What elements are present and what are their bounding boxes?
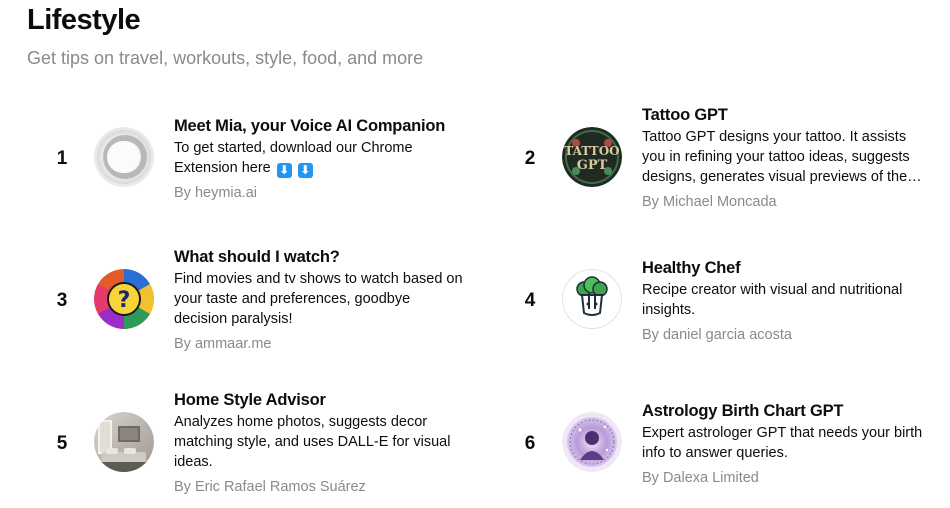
astrology-portrait-icon — [562, 412, 622, 472]
gpt-author: By ammaar.me — [174, 336, 272, 352]
gpt-name[interactable]: Home Style Advisor — [174, 390, 464, 410]
page-title: Lifestyle — [27, 4, 141, 36]
gpt-card-3[interactable]: 3 ? What should I watch? Find movies and… — [54, 242, 474, 352]
gpt-author: By Dalexa Limited — [642, 470, 759, 486]
description-text: To get started, download our Chrome Exte… — [174, 140, 413, 176]
svg-text:GPT: GPT — [577, 158, 608, 173]
card-info: Healthy Chef Recipe creator with visual … — [642, 258, 932, 345]
living-room-photo-icon — [94, 412, 154, 472]
card-info: Meet Mia, your Voice AI Companion To get… — [174, 116, 464, 203]
gpt-card-6[interactable]: 6 Astrology Birth Chart GPT Expert astro… — [522, 385, 942, 495]
gpt-description: To get started, download our Chrome Exte… — [174, 138, 464, 178]
chef-hat-broccoli-icon — [562, 269, 622, 329]
rank-number: 5 — [56, 433, 68, 454]
svg-text:TATTOO: TATTOO — [564, 144, 619, 158]
card-info: Astrology Birth Chart GPT Expert astrolo… — [642, 401, 932, 488]
card-info: Home Style Advisor Analyzes home photos,… — [174, 390, 464, 497]
gpt-card-4[interactable]: 4 Healthy Chef Recipe creator with visua… — [522, 242, 942, 352]
rank-number: 3 — [56, 290, 68, 311]
download-badge-icon: ⬇ — [276, 163, 292, 178]
tattoo-gpt-logo-icon: TATTOO GPT — [562, 127, 622, 187]
rank-number: 6 — [524, 433, 536, 454]
card-info: What should I watch? Find movies and tv … — [174, 247, 464, 354]
rank-number: 4 — [524, 290, 536, 311]
gpt-card-5[interactable]: 5 Home Style Advisor Analyzes home photo… — [54, 385, 474, 495]
gpt-author: By Eric Rafael Ramos Suárez — [174, 479, 366, 495]
download-badge-icon: ⬇ — [297, 163, 313, 178]
gpt-description: Expert astrologer GPT that needs your bi… — [642, 425, 923, 461]
question-mark-icon: ? — [94, 269, 154, 329]
gpt-description: Tattoo GPT designs your tattoo. It assis… — [642, 129, 922, 185]
gpt-name[interactable]: What should I watch? — [174, 247, 464, 267]
card-info: Tattoo GPT Tattoo GPT designs your tatto… — [642, 105, 932, 212]
rank-number: 2 — [524, 148, 536, 169]
gpt-name[interactable]: Astrology Birth Chart GPT — [642, 401, 932, 421]
gpt-author: By Michael Moncada — [642, 194, 777, 210]
gpt-description: Find movies and tv shows to watch based … — [174, 271, 463, 327]
gpt-name[interactable]: Tattoo GPT — [642, 105, 932, 125]
gpt-name[interactable]: Healthy Chef — [642, 258, 932, 278]
page-subtitle: Get tips on travel, workouts, style, foo… — [27, 48, 424, 68]
gpt-description: Recipe creator with visual and nutrition… — [642, 282, 903, 318]
gpt-card-2[interactable]: 2 TATTOO GPT Tattoo GPT Tattoo GPT desig… — [522, 100, 942, 210]
gpt-author: By daniel garcia acosta — [642, 327, 792, 343]
mia-ring-icon — [94, 127, 154, 187]
svg-text:?: ? — [118, 288, 131, 313]
gpt-name[interactable]: Meet Mia, your Voice AI Companion — [174, 116, 464, 136]
gpt-description: Analyzes home photos, suggests decor mat… — [174, 414, 451, 470]
lifestyle-page: Lifestyle Get tips on travel, workouts, … — [0, 0, 950, 508]
gpt-card-1[interactable]: 1 Meet Mia, your Voice AI Companion To g… — [54, 100, 474, 210]
gpt-author: By heymia.ai — [174, 185, 258, 201]
rank-number: 1 — [56, 148, 68, 169]
